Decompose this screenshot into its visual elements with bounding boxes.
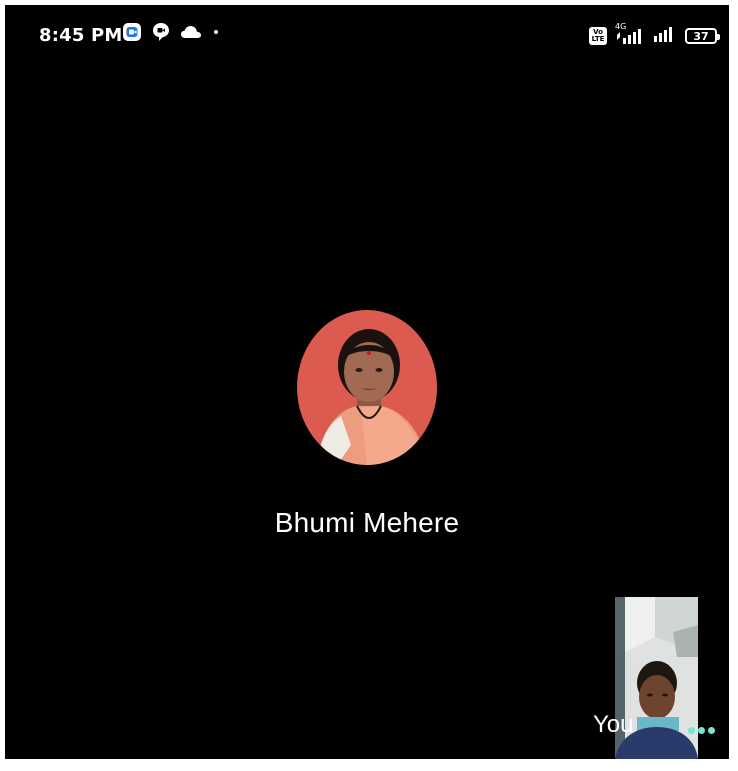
signal-4g-icon: 4G [615, 22, 645, 45]
dot-icon [212, 28, 220, 36]
self-label: You [593, 711, 634, 738]
meet-icon [122, 22, 142, 42]
call-screen: 8:45 PM Vo LTE 4G 37 Bhumi Mehere You [5, 5, 729, 759]
chat-bubble-icon [152, 22, 170, 42]
signal-icon [653, 25, 677, 47]
more-dots-icon [688, 727, 695, 734]
battery-icon: 37 [685, 28, 720, 44]
notification-icons [122, 22, 220, 42]
status-time: 8:45 PM [39, 25, 123, 46]
status-bar: 8:45 PM Vo LTE 4G 37 [5, 5, 729, 63]
contact-avatar [297, 310, 437, 465]
volte-icon: Vo LTE [589, 27, 607, 45]
more-options-button[interactable] [688, 727, 715, 734]
contact-info: Bhumi Mehere [5, 310, 729, 539]
battery-level: 37 [693, 29, 709, 43]
contact-name: Bhumi Mehere [274, 507, 460, 538]
cloud-icon [180, 25, 202, 39]
system-icons: Vo LTE 4G 37 [589, 22, 720, 47]
